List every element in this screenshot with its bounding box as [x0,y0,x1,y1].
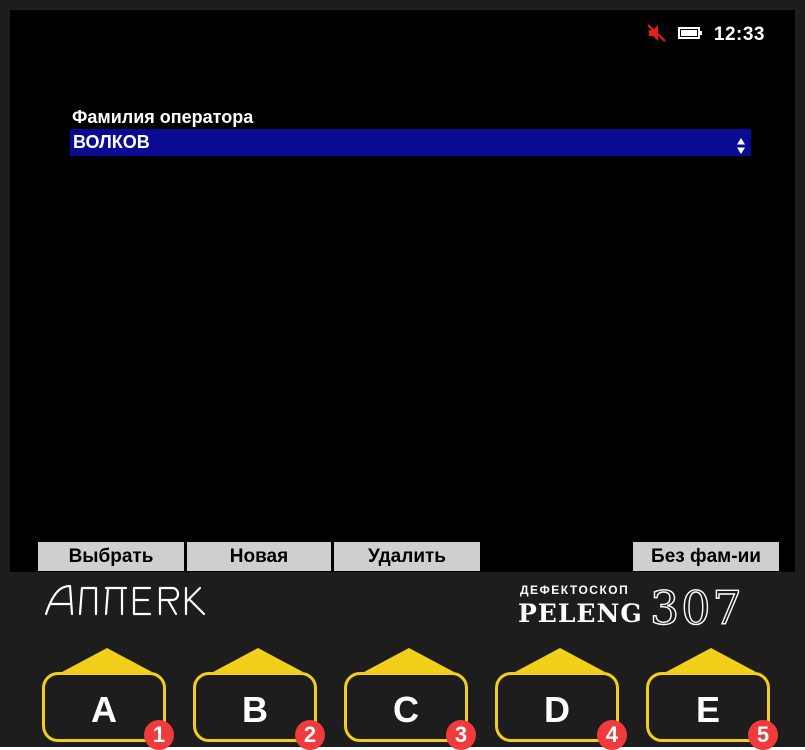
display-screen: 12:33 Фамилия оператора ВОЛКОВ Выбрать Н… [10,10,795,572]
key-number-badge: 1 [144,720,174,750]
brand-model: 307 [649,580,744,635]
softkey-delete[interactable]: Удалить [334,542,480,571]
key-arrow-indicator [666,648,756,672]
operator-value: ВОЛКОВ [73,132,150,152]
hardware-key-c[interactable]: C 3 [344,648,476,750]
hardware-key-d[interactable]: D 4 [495,648,627,750]
key-arrow-indicator [515,648,605,672]
key-arrow-indicator [364,648,454,672]
hardware-key-a[interactable]: A 1 [42,648,174,750]
hardware-key-b[interactable]: B 2 [193,648,325,750]
key-number-badge: 4 [597,720,627,750]
clock: 12:33 [713,24,765,45]
key-number-badge: 5 [748,720,778,750]
key-number-badge: 3 [446,720,476,750]
up-down-arrows-icon[interactable] [737,135,745,162]
key-arrow-indicator [213,648,303,672]
status-bar: 12:33 [646,20,765,50]
operator-field-label: Фамилия оператора [72,107,254,127]
hardware-key-e[interactable]: E 5 [646,648,778,750]
brand-subtitle: ДЕФЕКТОСКОП [520,583,630,597]
alter-logo [42,580,212,627]
softkey-select[interactable]: Выбрать [38,542,184,571]
device-body: 12:33 Фамилия оператора ВОЛКОВ Выбрать Н… [0,0,805,750]
key-number-badge: 2 [295,720,325,750]
brand-name: PELENG [518,599,643,628]
operator-select[interactable]: ВОЛКОВ [70,129,751,156]
key-arrow-indicator [62,648,152,672]
softkey-no-surname[interactable]: Без фам-ии [633,542,779,571]
peleng-brand: ДЕФЕКТОСКОП PELENG 307 [518,580,778,635]
sound-muted-icon [646,23,668,48]
battery-icon [677,26,704,45]
softkey-new[interactable]: Новая [187,542,331,571]
